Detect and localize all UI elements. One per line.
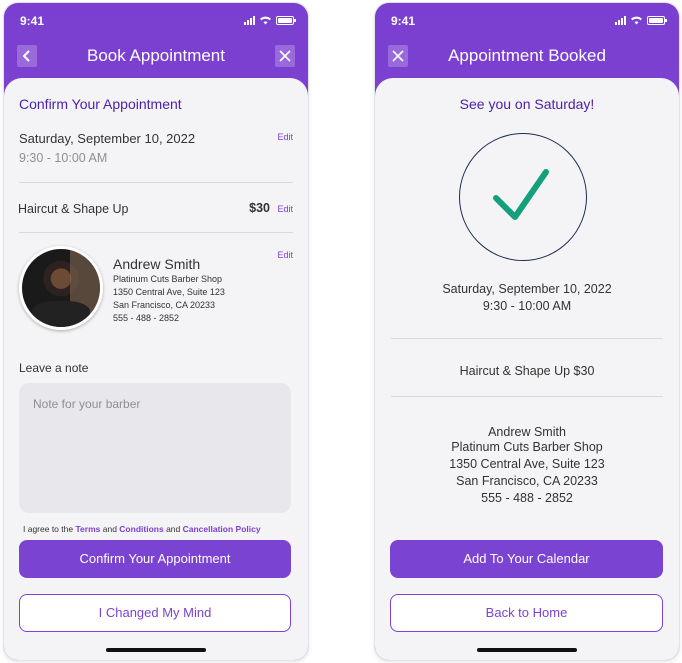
appointment-date: Saturday, September 10, 2022 bbox=[19, 131, 196, 146]
page-title: Book Appointment bbox=[87, 46, 225, 65]
appointment-date: Saturday, September 10, 2022 bbox=[442, 282, 612, 296]
signal-icon bbox=[244, 15, 255, 25]
barber-address-2: San Francisco, CA 20233 bbox=[456, 474, 598, 488]
home-indicator bbox=[477, 648, 577, 652]
barber-address-1: 1350 Central Ave, Suite 123 bbox=[113, 287, 225, 297]
nav-bar: Book Appointment bbox=[4, 41, 308, 73]
barber-avatar bbox=[19, 246, 103, 330]
divider bbox=[391, 396, 663, 397]
add-to-calendar-button[interactable]: Add To Your Calendar bbox=[390, 540, 663, 578]
status-time: 9:41 bbox=[20, 14, 45, 28]
close-icon bbox=[279, 50, 291, 62]
confirm-appointment-button[interactable]: Confirm Your Appointment bbox=[19, 540, 291, 578]
booking-sheet: Confirm Your Appointment Saturday, Septe… bbox=[4, 78, 308, 660]
confirmation-heading: See you on Saturday! bbox=[459, 96, 595, 112]
home-indicator bbox=[106, 648, 206, 652]
barber-address-2: San Francisco, CA 20233 bbox=[113, 300, 216, 310]
confirmation-sheet: See you on Saturday! Saturday, September… bbox=[375, 78, 679, 660]
confirm-heading: Confirm Your Appointment bbox=[19, 96, 182, 112]
edit-barber-link[interactable]: Edit bbox=[277, 250, 293, 260]
wifi-icon bbox=[260, 16, 271, 25]
service-summary: Haircut & Shape Up $30 bbox=[459, 364, 595, 378]
book-appointment-screen: 9:41 Book Appointment Confirm Your Appoi… bbox=[4, 3, 308, 660]
appointment-booked-screen: 9:41 Appointment Booked See you on Satur… bbox=[375, 3, 679, 660]
nav-bar: Appointment Booked bbox=[375, 41, 679, 73]
page-title: Appointment Booked bbox=[448, 46, 606, 65]
agreement-text: I agree to the Terms and Conditions and … bbox=[23, 524, 261, 534]
status-time: 9:41 bbox=[391, 14, 416, 28]
divider bbox=[19, 182, 293, 183]
note-label: Leave a note bbox=[19, 361, 89, 375]
appointment-time: 9:30 - 10:00 AM bbox=[19, 151, 108, 165]
service-price: $30 bbox=[249, 201, 270, 215]
status-bar: 9:41 bbox=[18, 13, 296, 29]
appointment-time: 9:30 - 10:00 AM bbox=[482, 299, 572, 313]
note-placeholder: Note for your barber bbox=[33, 397, 141, 411]
divider bbox=[391, 338, 663, 339]
terms-link[interactable]: Terms bbox=[75, 524, 100, 534]
close-button[interactable] bbox=[275, 45, 295, 67]
barber-phone: 555 - 488 - 2852 bbox=[113, 313, 180, 323]
wifi-icon bbox=[631, 16, 642, 25]
service-name: Haircut & Shape Up bbox=[18, 202, 129, 216]
edit-service-link[interactable]: Edit bbox=[277, 204, 293, 214]
divider bbox=[19, 232, 293, 233]
barber-shop: Platinum Cuts Barber Shop bbox=[113, 274, 223, 284]
changed-mind-button[interactable]: I Changed My Mind bbox=[19, 594, 291, 632]
barber-name: Andrew Smith bbox=[488, 425, 566, 439]
note-input[interactable]: Note for your barber bbox=[19, 383, 291, 513]
battery-icon bbox=[647, 15, 667, 25]
barber-address-1: 1350 Central Ave, Suite 123 bbox=[449, 457, 605, 471]
checkmark-icon bbox=[493, 169, 549, 220]
barber-phone: 555 - 488 - 2852 bbox=[481, 491, 573, 505]
barber-name: Andrew Smith bbox=[113, 256, 201, 272]
conditions-link[interactable]: Conditions bbox=[119, 524, 163, 534]
back-to-home-button[interactable]: Back to Home bbox=[390, 594, 663, 632]
battery-icon bbox=[276, 15, 296, 25]
signal-icon bbox=[615, 15, 626, 25]
status-bar: 9:41 bbox=[389, 13, 667, 29]
barber-shop: Platinum Cuts Barber Shop bbox=[451, 440, 603, 454]
edit-date-link[interactable]: Edit bbox=[277, 132, 293, 142]
success-badge bbox=[459, 133, 587, 261]
cancellation-policy-link[interactable]: Cancellation Policy bbox=[183, 524, 261, 534]
